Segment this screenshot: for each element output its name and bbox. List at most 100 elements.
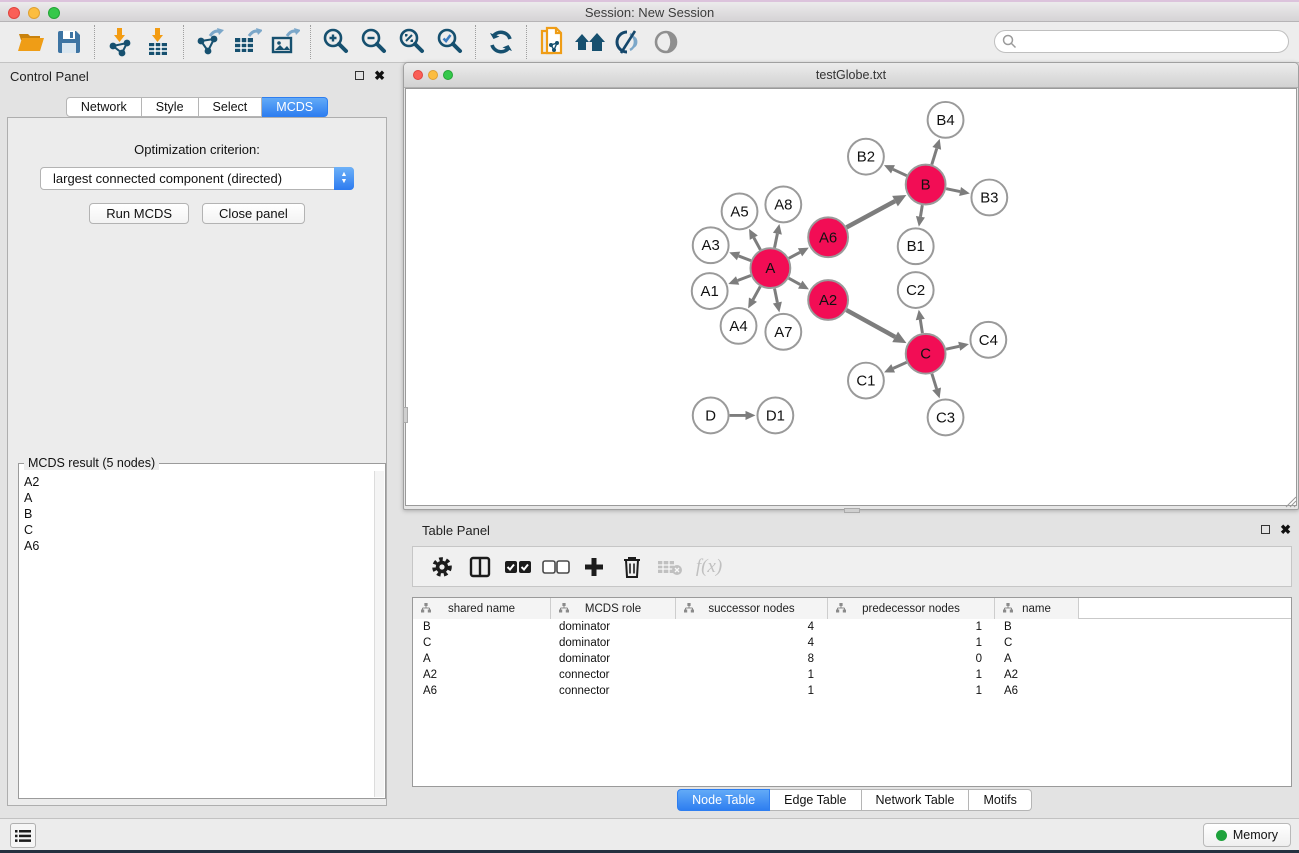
save-session-button[interactable] [50,26,88,58]
table-cell[interactable]: A [413,651,551,667]
tab-motifs[interactable]: Motifs [969,789,1031,811]
graph-edge-B-B3[interactable] [946,189,960,192]
table-cell[interactable]: 1 [828,683,995,699]
mcds-result-list[interactable]: A2ABCA6 [20,471,374,797]
table-cell[interactable]: C [413,635,551,651]
table-cell[interactable]: 1 [828,667,995,683]
tab-node-table[interactable]: Node Table [677,789,770,811]
column-header-MCDS-role[interactable]: MCDS role [551,598,676,619]
mcds-result-item[interactable]: A [24,490,374,506]
table-cell[interactable]: 4 [676,635,828,651]
graph-edge-A-A8[interactable] [775,234,778,248]
zoom-selected-button[interactable] [431,26,469,58]
mcds-result-item[interactable]: C [24,522,374,538]
dropdown-stepper-icon[interactable]: ▲▼ [334,167,354,190]
close-panel-icon[interactable]: ✖ [374,70,385,81]
mcds-result-item[interactable]: B [24,506,374,522]
export-image-button[interactable] [266,26,304,58]
table-cell[interactable]: connector [551,667,676,683]
table-cell[interactable]: A2 [995,667,1079,683]
tab-edge-table[interactable]: Edge Table [770,789,861,811]
home-layout-button[interactable] [571,26,609,58]
split-view-button[interactable] [465,552,495,582]
table-cell[interactable]: connector [551,683,676,699]
open-session-button[interactable] [12,26,50,58]
graph-edge-A-A5[interactable] [754,238,761,250]
close-panel-button[interactable]: Close panel [202,203,305,224]
table-cell[interactable]: B [995,619,1079,635]
vertical-scrollbar-nub[interactable] [403,407,408,423]
network-canvas[interactable]: B4B2BB3A8A5A6A3B1AC2A1A2A4A7C4CC1C3DD1 [405,88,1297,506]
table-cell[interactable]: 8 [676,651,828,667]
table-row[interactable]: A2connector11A2 [413,667,1291,683]
settings-button[interactable] [427,552,457,582]
mcds-result-item[interactable]: A6 [24,538,374,554]
show-graphics-details-button[interactable] [647,26,685,58]
float-panel-icon[interactable] [355,71,364,80]
table-cell[interactable]: A6 [995,683,1079,699]
export-network-button[interactable] [190,26,228,58]
column-header-predecessor-nodes[interactable]: predecessor nodes [828,598,995,619]
select-all-columns-button[interactable] [503,552,533,582]
table-row[interactable]: Bdominator41B [413,619,1291,635]
table-cell[interactable]: 4 [676,619,828,635]
close-panel-icon[interactable]: ✖ [1280,524,1291,535]
horizontal-scrollbar-nub[interactable] [844,508,860,513]
graph-edge-C-C4[interactable] [946,346,959,349]
float-panel-icon[interactable] [1261,525,1270,534]
table-cell[interactable]: A6 [413,683,551,699]
export-table-button[interactable] [228,26,266,58]
graph-edge-B-B4[interactable] [932,148,937,164]
table-cell[interactable]: dominator [551,651,676,667]
tab-network-table[interactable]: Network Table [862,789,970,811]
graph-edge-C-C3[interactable] [932,374,937,389]
criterion-dropdown[interactable]: largest connected component (directed) [40,167,354,190]
unselect-all-columns-button[interactable] [541,552,571,582]
table-cell[interactable]: 1 [676,667,828,683]
node-table[interactable]: shared nameMCDS rolesuccessor nodesprede… [412,597,1292,787]
tab-network[interactable]: Network [66,97,142,117]
import-table-button[interactable] [139,26,177,58]
table-cell[interactable]: A2 [413,667,551,683]
table-cell[interactable]: 0 [828,651,995,667]
graph-edge-A-A6[interactable] [789,252,800,258]
graph-edge-A-A4[interactable] [753,286,760,299]
run-mcds-button[interactable]: Run MCDS [89,203,189,224]
tab-select[interactable]: Select [199,97,263,117]
zoom-out-button[interactable] [355,26,393,58]
table-row[interactable]: Adominator80A [413,651,1291,667]
table-cell[interactable]: dominator [551,619,676,635]
tab-style[interactable]: Style [142,97,199,117]
mcds-result-item[interactable]: A2 [24,474,374,490]
copy-network-view-button[interactable] [533,26,571,58]
column-header-shared-name[interactable]: shared name [413,598,551,619]
table-cell[interactable]: C [995,635,1079,651]
column-header-name[interactable]: name [995,598,1079,619]
graph-edge-A-A1[interactable] [738,276,751,281]
search-input[interactable] [994,30,1289,53]
graph-edge-A-A2[interactable] [789,278,801,284]
delete-columns-button[interactable] [617,552,647,582]
table-row[interactable]: A6connector11A6 [413,683,1291,699]
graph-edge-A2-C[interactable] [846,310,895,337]
resize-grip-icon[interactable] [1284,495,1297,508]
table-cell[interactable]: dominator [551,635,676,651]
table-cell[interactable]: B [413,619,551,635]
table-cell[interactable]: A [995,651,1079,667]
import-network-button[interactable] [101,26,139,58]
mcds-scrollbar[interactable] [374,471,384,797]
create-column-button[interactable] [579,552,609,582]
table-cell[interactable]: 1 [828,619,995,635]
graph-edge-A-A3[interactable] [739,256,751,261]
graph-edge-A6-B[interactable] [846,201,895,227]
table-row[interactable]: Cdominator41C [413,635,1291,651]
graph-edge-C-C2[interactable] [920,320,922,334]
tab-mcds[interactable]: MCDS [262,97,328,117]
memory-button[interactable]: Memory [1203,823,1291,847]
network-window-titlebar[interactable]: testGlobe.txt [404,63,1298,88]
table-cell[interactable]: 1 [828,635,995,651]
graph-edge-B-B2[interactable] [893,169,907,175]
graph-edge-C-C1[interactable] [893,362,906,368]
graph-edge-A-A7[interactable] [775,289,778,303]
hide-details-button[interactable] [609,26,647,58]
